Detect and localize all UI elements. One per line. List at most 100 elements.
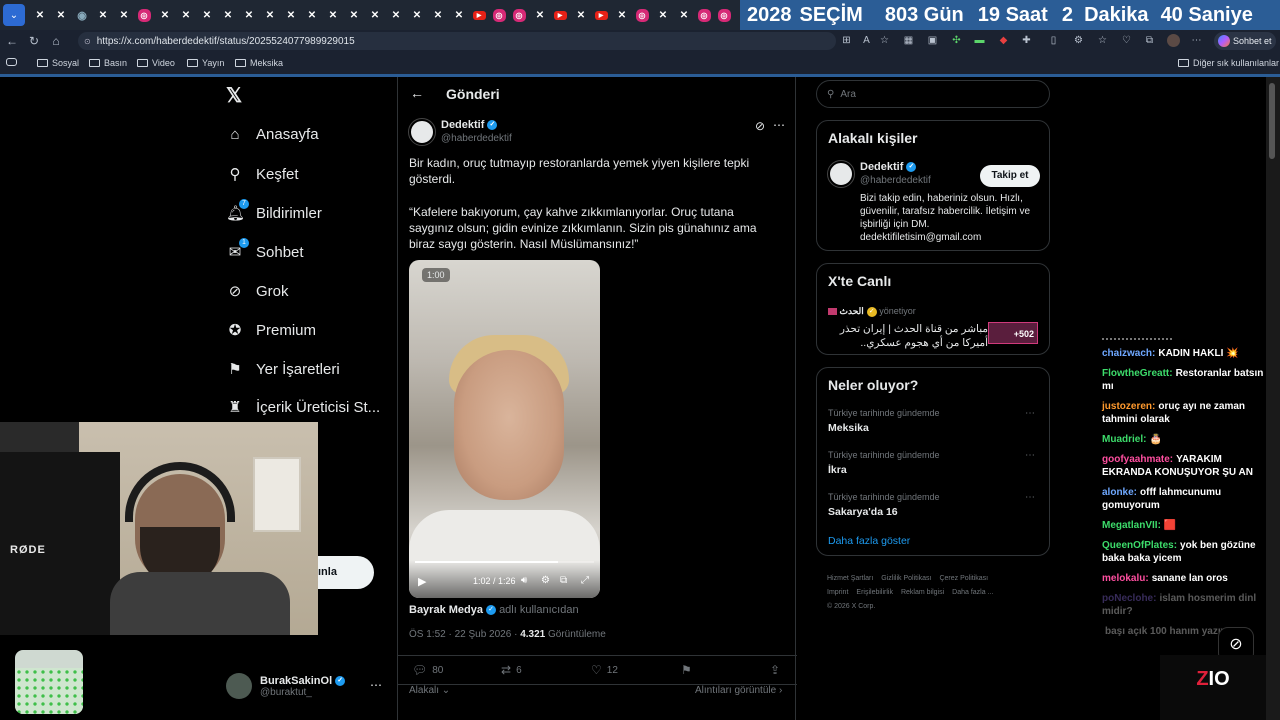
split-screen-icon[interactable]: ▯ [1047,34,1060,47]
favorites-icon[interactable]: ☆ [1096,34,1109,47]
bookmark-toggle-icon[interactable] [6,58,17,66]
person-name[interactable]: Dedektif [860,161,903,173]
tab-instagram-icon[interactable]: ◎ [717,8,731,22]
address-bar[interactable]: ⊙ https://x.com/haberdedektif/status/202… [78,32,836,50]
live-listeners[interactable]: +502 [988,322,1038,344]
app-grid-icon[interactable]: ⊞ [840,34,853,47]
footer-link[interactable]: Erişilebilirlik [856,589,893,596]
avatar[interactable] [1167,34,1180,47]
trend-item[interactable]: Meksika [828,422,869,434]
extension-icon[interactable]: ◆ [997,34,1010,47]
star-icon[interactable]: ☆ [878,34,891,47]
more-dots-icon[interactable]: ⋯ [1025,450,1035,461]
read-aloud-icon[interactable]: A [860,34,873,47]
tab-instagram-icon[interactable]: ◎ [635,8,649,22]
tab-instagram-icon[interactable]: ◎ [697,8,711,22]
picture-in-picture-icon[interactable]: ⧉ [560,575,567,586]
nav-creator[interactable]: ♜ İçerik Üreticisi St... [226,398,380,417]
search-input[interactable]: ⚲ Ara [816,80,1050,108]
tab-x-icon[interactable]: ✕ [30,5,50,25]
tab-x-icon[interactable]: ✕ [407,5,427,25]
tab-x-icon[interactable]: ✕ [323,5,343,25]
tab-x-icon[interactable]: ✕ [571,5,591,25]
grok-icon[interactable]: ⊘ [755,119,765,133]
footer-link[interactable]: Çerez Politikası [939,575,988,582]
footer-link[interactable]: Imprint [827,589,848,596]
tab-x-icon[interactable]: ✕ [239,5,259,25]
nav-home[interactable]: ⌂ Anasayfa [226,126,318,143]
tab-x-icon[interactable]: ✕ [197,5,217,25]
tab-youtube-icon[interactable]: ▶ [553,10,567,20]
show-more-link[interactable]: Daha fazla göster [828,535,910,547]
tab-x-icon[interactable]: ✕ [260,5,280,25]
reload-icon[interactable]: ↻ [23,34,45,48]
bookmark-folder-basin[interactable]: Basın [89,58,127,68]
follow-button[interactable]: Takip et [980,165,1040,187]
heart-icon[interactable]: ♡ [1120,34,1133,47]
more-dots-icon[interactable]: ⋯ [773,118,785,132]
collections-icon[interactable]: ⧉ [1143,34,1156,47]
person-handle[interactable]: @haberdedektif [860,175,931,186]
scrollbar-thumb[interactable] [1269,83,1275,159]
footer-link[interactable]: © 2026 X Corp. [827,603,875,610]
bookmark-button[interactable]: ⚑ [681,663,692,677]
trend-item[interactable]: İkra [828,464,847,476]
view-quotes-link[interactable]: Alıntıları görüntüle › [695,685,782,696]
tab-x-icon[interactable]: ✕ [428,5,448,25]
reply-button[interactable]: 💬︎ 80 [412,663,443,677]
footer-link[interactable]: Daha fazla ... [952,589,993,596]
like-button[interactable]: ♡ 12 [591,663,618,677]
tab-youtube-icon[interactable]: ▶ [472,10,486,20]
bookmark-folder-other[interactable]: Diğer sık kullanılanlar [1178,58,1279,68]
account-switcher[interactable]: BurakSakinOl ✓ @buraktut_ ⋯ [226,671,390,701]
video-player[interactable]: 1:00 ▶ 1:02 / 1:26 🔊︎ ⚙ ⧉ ⤢ [409,260,600,598]
tab-x-icon[interactable]: ✕ [302,5,322,25]
more-dots-icon[interactable]: ⋯ [1025,408,1035,419]
volume-icon[interactable]: 🔊︎ [521,575,527,586]
tab-x-icon[interactable]: ✕ [51,5,71,25]
tab-x-icon[interactable]: ✕ [218,5,238,25]
tab-gen-icon[interactable]: ◉ [72,5,92,25]
tab-x-icon[interactable]: ✕ [386,5,406,25]
tab-x-icon[interactable]: ✕ [155,5,175,25]
extension-icon[interactable]: ✣ [950,34,963,47]
nav-grok[interactable]: ⊘ Grok [226,282,289,301]
nav-search[interactable]: ⚲ Keşfet [226,165,299,184]
tab-youtube-icon[interactable]: ▶ [594,10,608,20]
reply-sort-dropdown[interactable]: Alakalı ⌄ [409,685,450,696]
settings-icon[interactable]: ⚙ [1072,34,1085,47]
footer-link[interactable]: Reklam bilgisi [901,589,944,596]
tab-x-icon[interactable]: ✕ [93,5,113,25]
extension-icon[interactable]: ▦ [902,34,915,47]
more-dots-icon[interactable]: ⋯ [1190,34,1203,47]
nav-bookmark[interactable]: ⚑ Yer İşaretleri [226,360,339,379]
avatar[interactable] [827,160,855,188]
tab-x-icon[interactable]: ✕ [344,5,364,25]
tab-x-icon[interactable]: ✕ [612,5,632,25]
tab-x-icon[interactable]: ✕ [281,5,301,25]
tab-x-icon[interactable]: ✕ [674,5,694,25]
tab-instagram-icon[interactable]: ◎ [512,8,526,22]
tab-x-icon[interactable]: ✕ [653,5,673,25]
author-name[interactable]: Dedektif [441,119,484,131]
tab-x-icon[interactable]: ✕ [176,5,196,25]
settings-icon[interactable]: ⚙ [541,575,550,586]
bookmark-folder-sosyal[interactable]: Sosyal [37,58,79,68]
nav-mail[interactable]: ✉ 1 Sohbet [226,238,304,261]
tab-menu-icon[interactable]: ⌄ [3,4,25,26]
share-button[interactable]: ⇪ [770,663,780,677]
home-icon[interactable]: ⌂ [45,34,67,48]
tab-instagram-icon[interactable]: ◎ [137,8,151,22]
extension-icon[interactable]: ▣ [926,34,939,47]
copilot-chat-button[interactable]: Sohbet et [1214,32,1276,50]
more-dots-icon[interactable]: ⋯ [1025,492,1035,503]
bookmark-folder-meksika[interactable]: Meksika [235,58,283,68]
nav-premium[interactable]: ✪ Premium [226,321,316,340]
nav-bell[interactable]: 🔔︎ 7 Bildirimler [226,199,322,222]
extension-icon[interactable]: ▬ [973,34,986,47]
more-dots-icon[interactable]: ⋯ [370,678,382,692]
bookmark-folder-yayin[interactable]: Yayın [187,58,224,68]
live-title[interactable]: مباشر من قناة الحدث | إيران تحذر أميركا … [828,322,988,350]
media-credit-name[interactable]: Bayrak Medya [409,604,483,616]
tab-x-icon[interactable]: ✕ [449,5,469,25]
